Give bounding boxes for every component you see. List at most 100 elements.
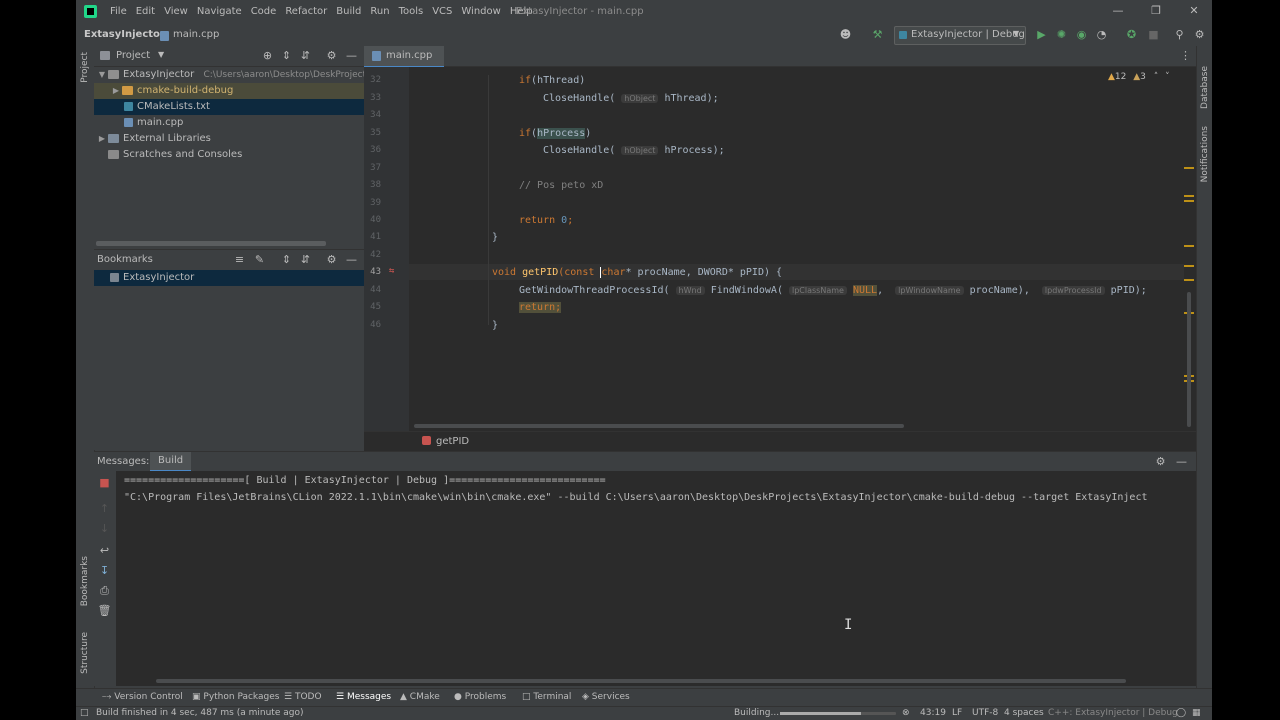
tree-item-external-libraries[interactable]: ▶ External Libraries bbox=[94, 131, 364, 147]
build-output-console[interactable]: ====================[ Build | ExtasyInje… bbox=[116, 471, 1196, 686]
menu-code[interactable]: Code bbox=[251, 6, 277, 17]
close-icon[interactable]: ✕ bbox=[1186, 4, 1202, 18]
tree-root[interactable]: ▼ ExtasyInjector C:\Users\aaron\Desktop\D… bbox=[94, 67, 388, 83]
run-icon[interactable]: ▶ bbox=[1034, 27, 1049, 42]
stop-build-icon[interactable]: ■ bbox=[97, 475, 112, 490]
expand-all-icon[interactable]: ⇕ bbox=[279, 252, 294, 267]
code-call: CloseHandle( bbox=[543, 93, 616, 104]
menu-file[interactable]: File bbox=[110, 6, 127, 17]
editor-horizontal-scrollbar[interactable] bbox=[414, 424, 904, 428]
menu-navigate[interactable]: Navigate bbox=[197, 6, 242, 17]
more-icon[interactable]: ⋮ bbox=[1178, 48, 1193, 63]
indent-setting[interactable]: 4 spaces bbox=[1004, 708, 1044, 718]
locate-icon[interactable]: ⊕ bbox=[260, 48, 275, 63]
cancel-process-icon[interactable]: ⊗ bbox=[902, 708, 910, 718]
inspection-widget[interactable]: ▲12 ▲3 ˄ ˅ bbox=[1108, 72, 1170, 82]
editor-vertical-scrollbar[interactable] bbox=[1187, 292, 1191, 427]
tab-cmake[interactable]: ▲ CMake bbox=[400, 692, 440, 702]
horizontal-scrollbar[interactable] bbox=[96, 241, 326, 246]
code-return-warning: return; bbox=[519, 302, 562, 313]
console-horizontal-scrollbar[interactable] bbox=[156, 679, 1126, 683]
tree-item-main-cpp[interactable]: main.cpp bbox=[94, 115, 364, 131]
tab-messages[interactable]: ☰ Messages bbox=[336, 692, 391, 702]
settings-gear-icon[interactable]: ⚙ bbox=[1192, 27, 1207, 42]
project-tool-label[interactable]: Project bbox=[80, 52, 90, 83]
maximize-icon[interactable]: ❐ bbox=[1148, 4, 1164, 18]
tab-problems[interactable]: ● Problems bbox=[454, 692, 506, 702]
user-icon[interactable]: ☻ bbox=[838, 27, 853, 42]
structure-tool-label[interactable]: Structure bbox=[80, 632, 90, 674]
tab-build[interactable]: Build bbox=[150, 452, 192, 472]
menu-refactor[interactable]: Refactor bbox=[285, 6, 327, 17]
stop-icon[interactable]: ■ bbox=[1146, 27, 1161, 42]
attach-icon[interactable]: ✪ bbox=[1124, 27, 1139, 42]
run-configuration-select[interactable]: ExtasyInjector | Debug ▼ bbox=[894, 26, 1026, 45]
soft-wrap-icon[interactable]: ↩ bbox=[97, 543, 112, 558]
options-gear-icon[interactable]: ⚙ bbox=[324, 48, 339, 63]
debug-icon[interactable]: ✺ bbox=[1054, 27, 1069, 42]
tab-version-control[interactable]: ⤍ Version Control bbox=[102, 692, 183, 702]
up-arrow-icon[interactable]: ↑ bbox=[97, 501, 112, 516]
tree-item-cmake-build-debug[interactable]: ▶ cmake-build-debug bbox=[94, 83, 364, 99]
minimize-icon[interactable]: — bbox=[1110, 4, 1126, 18]
profiler-icon[interactable]: ◔ bbox=[1094, 27, 1109, 42]
options-gear-icon[interactable]: ⚙ bbox=[324, 252, 339, 267]
database-tool-label[interactable]: Database bbox=[1200, 66, 1210, 109]
search-icon[interactable]: ⚲ bbox=[1172, 27, 1187, 42]
layout-icon[interactable]: □ bbox=[80, 708, 89, 718]
menu-vcs[interactable]: VCS bbox=[432, 6, 452, 17]
code-call: FindWindowA( bbox=[710, 285, 783, 296]
menu-edit[interactable]: Edit bbox=[136, 6, 155, 17]
file-encoding[interactable]: UTF-8 bbox=[972, 708, 998, 718]
collapse-all-icon[interactable]: ⇵ bbox=[298, 48, 313, 63]
parameter-hint: hWnd bbox=[675, 286, 705, 295]
edit-pencil-icon[interactable]: ✎ bbox=[252, 252, 267, 267]
nav-file[interactable]: main.cpp bbox=[173, 29, 219, 40]
chevron-down-icon[interactable]: ▼ bbox=[158, 50, 164, 59]
tab-main-cpp[interactable]: main.cpp bbox=[364, 46, 445, 68]
bookmarks-tool-label[interactable]: Bookmarks bbox=[80, 556, 90, 606]
bookmark-list-item[interactable]: ExtasyInjector bbox=[94, 270, 364, 286]
project-panel-title[interactable]: Project bbox=[116, 50, 150, 61]
hide-panel-icon[interactable]: — bbox=[344, 48, 359, 63]
tree-item-scratches[interactable]: Scratches and Consoles bbox=[94, 147, 364, 163]
notifications-tool-label[interactable]: Notifications bbox=[1200, 126, 1210, 182]
code-semicolon: ; bbox=[567, 215, 574, 226]
tab-terminal[interactable]: □ Terminal bbox=[522, 692, 571, 702]
tab-python-packages[interactable]: ▣ Python Packages bbox=[192, 692, 279, 702]
resolve-context[interactable]: C++: ExtasyInjector | Debug bbox=[1048, 708, 1178, 718]
tab-todo[interactable]: ☰ TODO bbox=[284, 692, 322, 702]
cmake-triangle-icon: ▲ bbox=[400, 692, 407, 702]
options-gear-icon[interactable]: ⚙ bbox=[1153, 454, 1168, 469]
menu-window[interactable]: Window bbox=[461, 6, 500, 17]
hide-panel-icon[interactable]: — bbox=[344, 252, 359, 267]
hammer-icon[interactable]: ⚒ bbox=[870, 27, 885, 42]
scroll-to-end-icon[interactable]: ↧ bbox=[97, 563, 112, 578]
text-cursor-icon: I bbox=[844, 617, 853, 633]
menu-tools[interactable]: Tools bbox=[399, 6, 424, 17]
lock-icon[interactable]: ◯ bbox=[1176, 708, 1186, 718]
hide-panel-icon[interactable]: — bbox=[1174, 454, 1189, 469]
status-message[interactable]: Build finished in 4 sec, 487 ms (a minut… bbox=[96, 708, 303, 718]
trash-icon[interactable]: 🗑 bbox=[97, 603, 112, 618]
chevron-down-icon[interactable]: ˅ bbox=[1165, 72, 1170, 82]
coverage-icon[interactable]: ◉ bbox=[1074, 27, 1089, 42]
collapse-all-icon[interactable]: ⇵ bbox=[298, 252, 313, 267]
chevron-up-icon[interactable]: ˄ bbox=[1154, 72, 1159, 82]
menu-build[interactable]: Build bbox=[336, 6, 361, 17]
tree-item-label: CMakeLists.txt bbox=[137, 101, 210, 112]
expand-all-icon[interactable]: ⇕ bbox=[279, 48, 294, 63]
tree-item-cmakelists[interactable]: CMakeLists.txt bbox=[94, 99, 364, 115]
menu-view[interactable]: View bbox=[164, 6, 188, 17]
line-separator[interactable]: LF bbox=[952, 708, 962, 718]
breadcrumb-function[interactable]: getPID bbox=[436, 436, 469, 447]
memory-indicator-icon[interactable]: ▦ bbox=[1192, 708, 1201, 718]
nav-project[interactable]: ExtasyInjector bbox=[84, 29, 165, 40]
code-editor[interactable]: 32 33 34 35 36 37 38 39 40 41 42 43 44 4… bbox=[364, 67, 1196, 431]
caret-position[interactable]: 43:19 bbox=[920, 708, 946, 718]
tab-services[interactable]: ◈ Services bbox=[582, 692, 630, 702]
menu-run[interactable]: Run bbox=[370, 6, 389, 17]
add-bookmark-icon[interactable]: ≡ bbox=[232, 252, 247, 267]
down-arrow-icon[interactable]: ↓ bbox=[97, 521, 112, 536]
print-icon[interactable]: ⎙ bbox=[97, 583, 112, 598]
